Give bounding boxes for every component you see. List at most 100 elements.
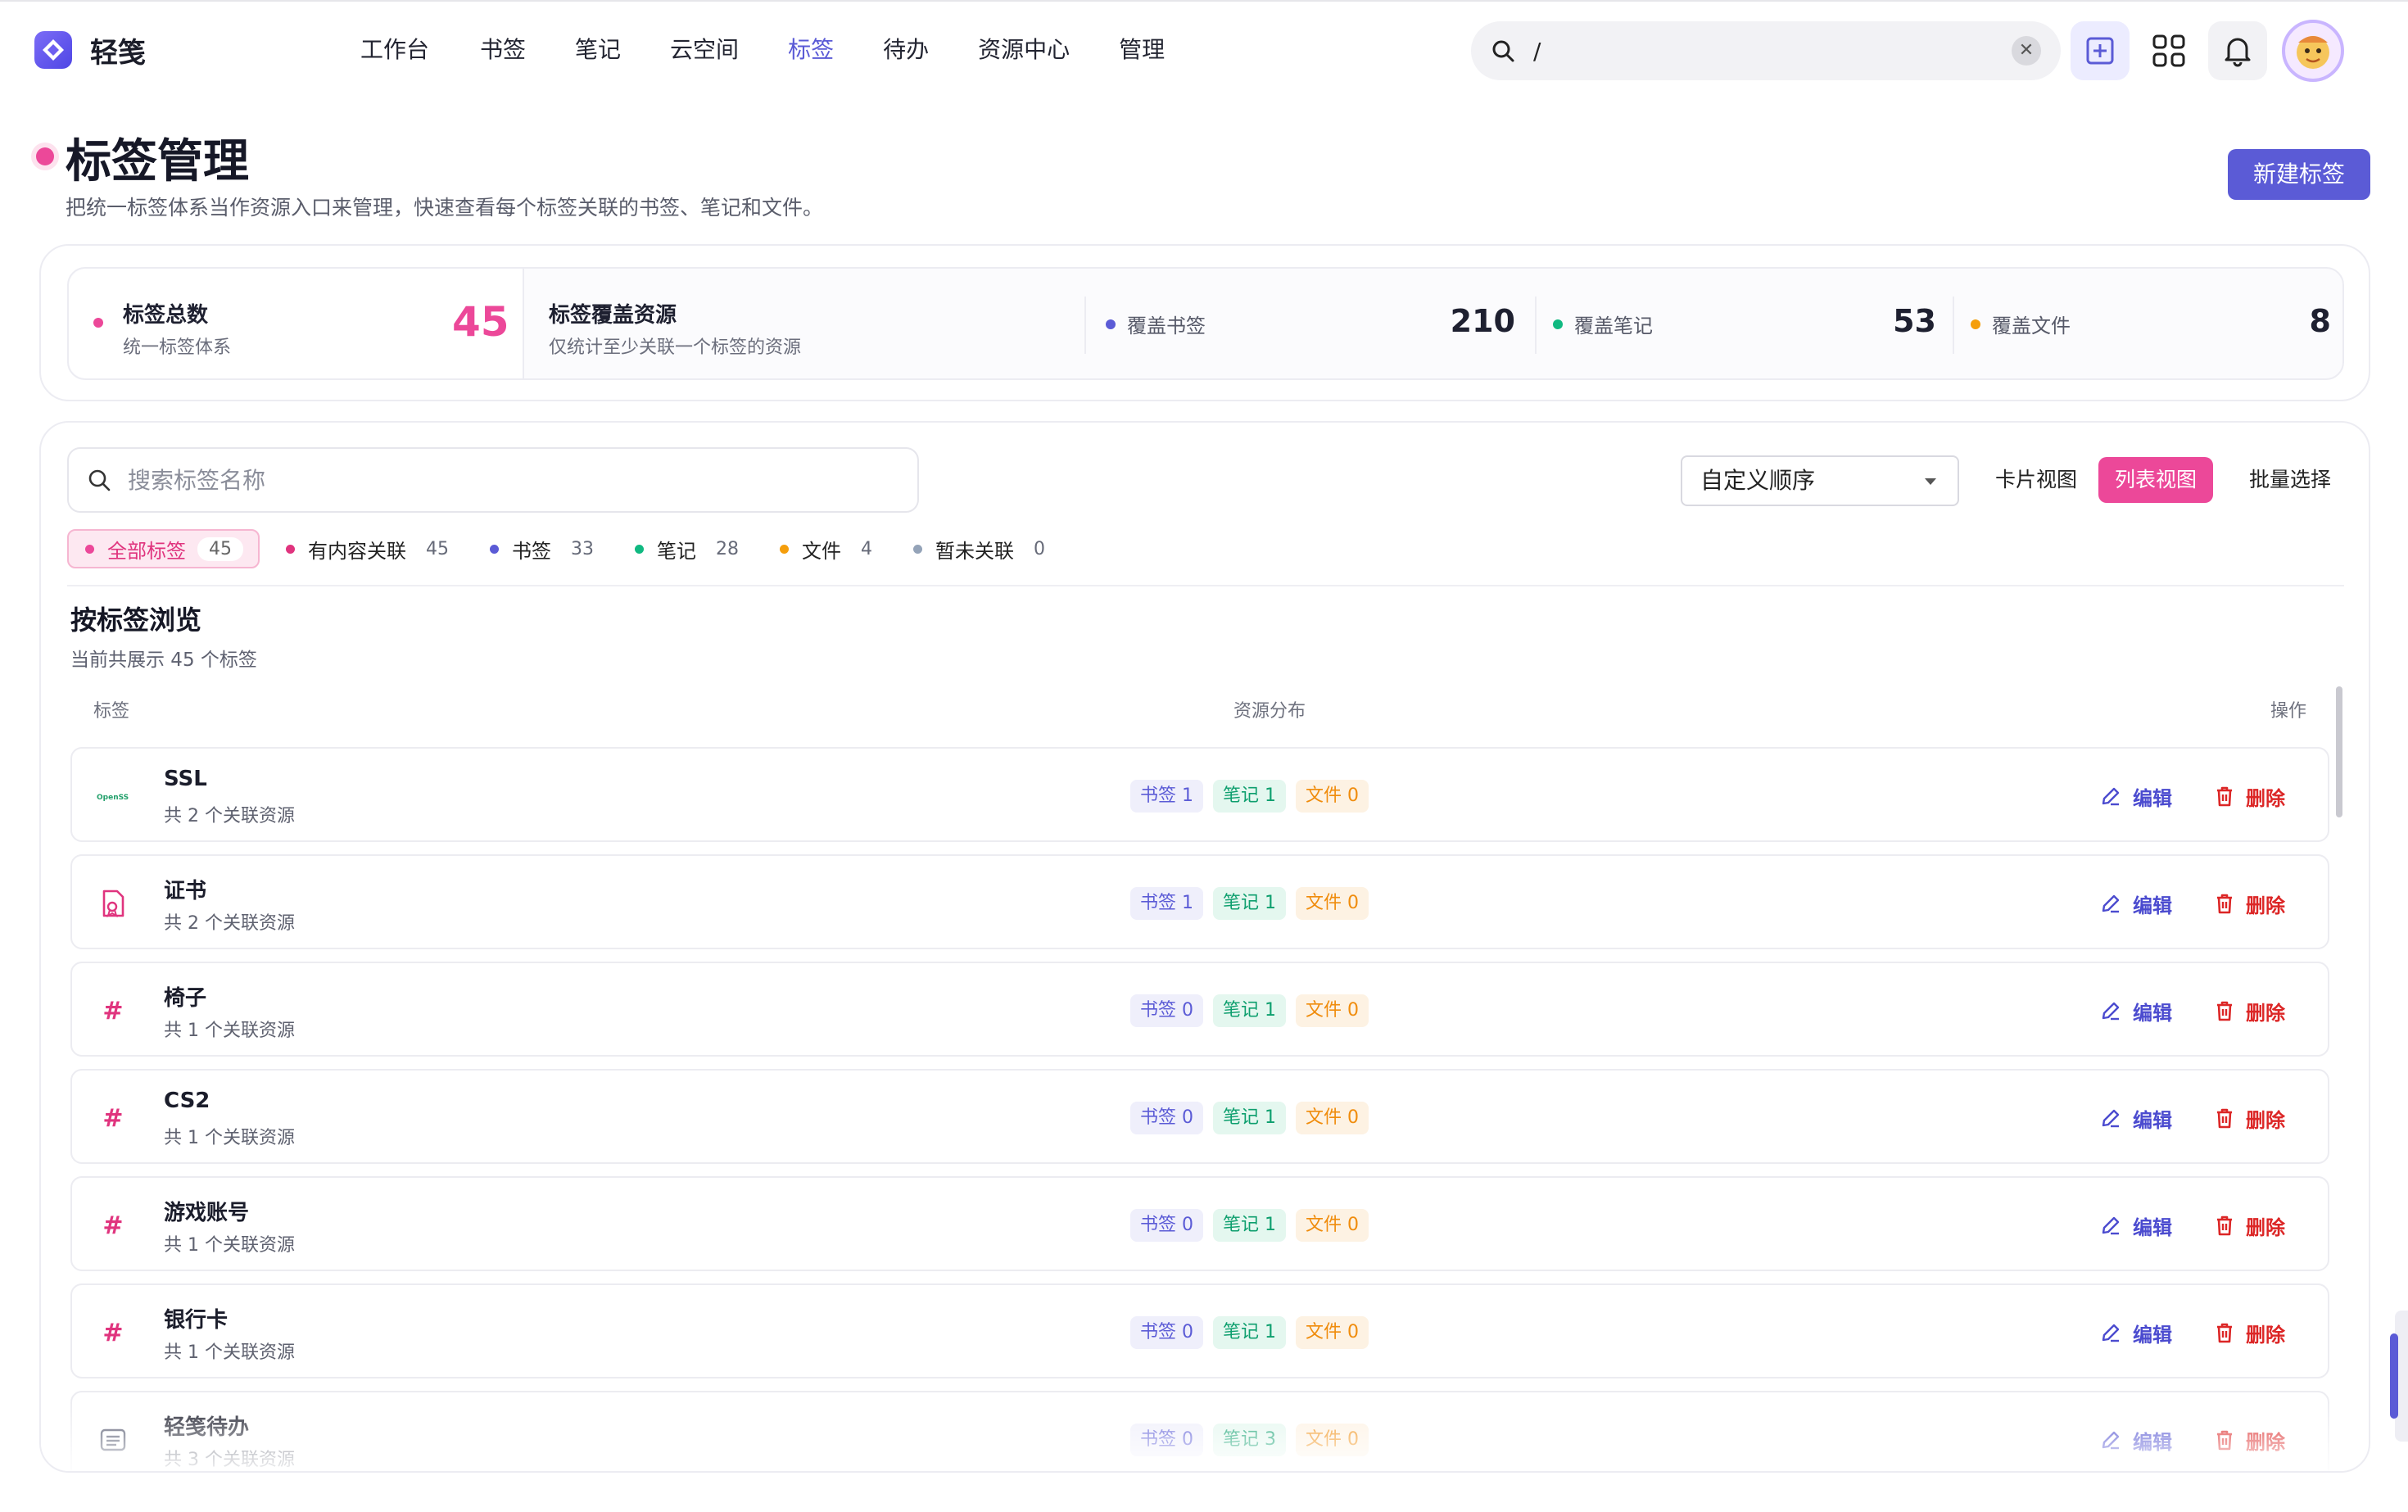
nav-item-cloud[interactable]: 云空间: [670, 31, 739, 69]
global-search-input[interactable]: [1533, 37, 2012, 65]
resource-distribution: 书签 0 笔记 1 文件 0: [1130, 1102, 1369, 1134]
tag-name: 银行卡: [164, 1308, 229, 1333]
filter-has-content[interactable]: 有内容关联 45: [269, 529, 464, 568]
edit-button[interactable]: 编辑: [2100, 1100, 2172, 1136]
tag-resource-count: 共 3 个关联资源: [164, 1450, 295, 1470]
table-row[interactable]: # 银行卡共 1 个关联资源 书签 0 笔记 1 文件 0 编辑 删除: [70, 1283, 2329, 1378]
nav-item-todo[interactable]: 待办: [883, 31, 929, 69]
filter-chips: 全部标签 45 有内容关联 45 书签 33 笔记 28 文件 4 暂未关联 0: [67, 529, 1070, 568]
edit-label: 编辑: [2133, 1215, 2172, 1239]
note-count-pill: 笔记 1: [1213, 1102, 1286, 1134]
trash-icon: [2217, 894, 2232, 914]
filter-dot: [780, 544, 789, 554]
divider: [67, 585, 2344, 586]
filter-dot: [85, 544, 94, 554]
delete-button[interactable]: 删除: [2215, 1207, 2285, 1243]
filter-files[interactable]: 文件 4: [763, 529, 887, 568]
stat-total-value: 45: [452, 298, 509, 346]
filter-all-tags[interactable]: 全部标签 45: [67, 529, 260, 568]
tag-name: 椅子: [164, 986, 207, 1011]
delete-label: 删除: [2246, 1323, 2285, 1347]
edit-button[interactable]: 编辑: [2100, 1315, 2172, 1351]
bookmark-count-pill: 书签 0: [1130, 1424, 1203, 1456]
bell-icon: [2225, 38, 2251, 67]
logo-icon: [34, 31, 72, 69]
apps-button[interactable]: [2139, 21, 2198, 80]
delete-button[interactable]: 删除: [2215, 1315, 2285, 1351]
delete-button[interactable]: 删除: [2215, 885, 2285, 921]
filter-label: 文件: [802, 539, 841, 563]
batch-select-button[interactable]: 批量选择: [2233, 457, 2347, 503]
tag-search-input[interactable]: [128, 466, 899, 494]
apps-grid-icon: [2152, 34, 2185, 67]
add-button[interactable]: [2071, 21, 2130, 80]
tag-name: CS2: [164, 1089, 210, 1113]
nav-item-bookmarks[interactable]: 书签: [480, 31, 526, 69]
nav-item-admin[interactable]: 管理: [1119, 31, 1165, 69]
table-row[interactable]: OpenSSL SSL 共 2 个关联资源 书签 1 笔记 1 文件 0 编辑 删除: [70, 747, 2329, 842]
file-count-pill: 文件 0: [1296, 780, 1369, 813]
search-icon: [88, 469, 111, 491]
edit-label: 编辑: [2133, 1108, 2172, 1132]
brand-logo[interactable]: 轻笺: [33, 29, 146, 70]
filter-notes[interactable]: 笔记 28: [618, 529, 754, 568]
delete-button[interactable]: 删除: [2215, 778, 2285, 814]
delete-button[interactable]: 删除: [2215, 1422, 2285, 1458]
nav-item-resources[interactable]: 资源中心: [978, 31, 1070, 69]
note-count-pill: 笔记 1: [1213, 994, 1286, 1027]
edit-button[interactable]: 编辑: [2100, 993, 2172, 1029]
stat-total-tags: 标签总数 统一标签体系 45: [69, 269, 524, 378]
filter-bookmarks[interactable]: 书签 33: [473, 529, 609, 568]
filter-count: 0: [1034, 538, 1045, 559]
edit-icon: [2102, 1431, 2120, 1450]
trash-icon: [2217, 1001, 2232, 1021]
card-view-button[interactable]: 卡片视图: [1979, 457, 2093, 503]
list-doc-icon: [97, 1424, 129, 1456]
tag-name: SSL: [164, 767, 207, 791]
table-row[interactable]: # 椅子共 1 个关联资源 书签 0 笔记 1 文件 0 编辑 删除: [70, 962, 2329, 1057]
resource-distribution: 书签 1 笔记 1 文件 0: [1130, 887, 1369, 920]
notifications-button[interactable]: [2208, 21, 2267, 80]
table-row[interactable]: # CS2 共 1 个关联资源 书签 0 笔记 1 文件 0 编辑 删除: [70, 1069, 2329, 1164]
avatar[interactable]: [2282, 20, 2344, 82]
delete-label: 删除: [2246, 786, 2285, 810]
scrollbar[interactable]: [2336, 686, 2342, 817]
filter-unlinked[interactable]: 暂未关联 0: [897, 529, 1060, 568]
stat-coverage: 标签覆盖资源 仅统计至少关联一个标签的资源 覆盖书签 210 覆盖笔记 53 覆…: [524, 269, 2342, 378]
table-row[interactable]: # 游戏账号共 1 个关联资源 书签 0 笔记 1 文件 0 编辑 删除: [70, 1176, 2329, 1271]
stat-value: 210: [1450, 303, 1515, 339]
file-count-pill: 文件 0: [1296, 887, 1369, 920]
edit-label: 编辑: [2133, 1323, 2172, 1347]
edit-button[interactable]: 编辑: [2100, 1422, 2172, 1458]
delete-button[interactable]: 删除: [2215, 1100, 2285, 1136]
edit-icon: [2102, 1324, 2120, 1342]
edit-button[interactable]: 编辑: [2100, 885, 2172, 921]
edit-icon: [2102, 894, 2120, 913]
nav-item-tags[interactable]: 标签: [788, 31, 834, 69]
table-row[interactable]: 证书共 2 个关联资源 书签 1 笔记 1 文件 0 编辑 删除: [70, 854, 2329, 949]
search-icon: [1492, 40, 1514, 62]
file-count-pill: 文件 0: [1296, 994, 1369, 1027]
stat-value: 8: [2309, 303, 2331, 339]
stats-panel: 标签总数 统一标签体系 45 标签覆盖资源 仅统计至少关联一个标签的资源 覆盖书…: [39, 244, 2370, 401]
bookmark-count-pill: 书签 1: [1130, 887, 1203, 920]
list-view-button[interactable]: 列表视图: [2098, 457, 2214, 503]
nav-item-notes[interactable]: 笔记: [575, 31, 621, 69]
table-row[interactable]: 轻笺待办共 3 个关联资源 书签 0 笔记 3 文件 0 编辑 删除: [70, 1391, 2329, 1471]
close-icon[interactable]: ✕: [2012, 36, 2041, 66]
sort-order-select[interactable]: 自定义顺序: [1681, 455, 1959, 506]
delete-button[interactable]: 删除: [2215, 993, 2285, 1029]
edit-button[interactable]: 编辑: [2100, 1207, 2172, 1243]
resource-distribution: 书签 0 笔记 1 文件 0: [1130, 1209, 1369, 1242]
edit-button[interactable]: 编辑: [2100, 778, 2172, 814]
title-dot: [36, 147, 54, 165]
file-count-pill: 文件 0: [1296, 1316, 1369, 1349]
filter-label: 书签: [512, 539, 551, 563]
note-dot: [1553, 319, 1563, 329]
side-handle-bar[interactable]: [2390, 1333, 2398, 1419]
trash-icon: [2217, 786, 2232, 807]
nav-item-workbench[interactable]: 工作台: [360, 31, 429, 69]
openssl-logo-icon: OpenSSL: [97, 780, 129, 813]
new-tag-button[interactable]: 新建标签: [2228, 149, 2370, 200]
bookmark-count-pill: 书签 0: [1130, 1316, 1203, 1349]
